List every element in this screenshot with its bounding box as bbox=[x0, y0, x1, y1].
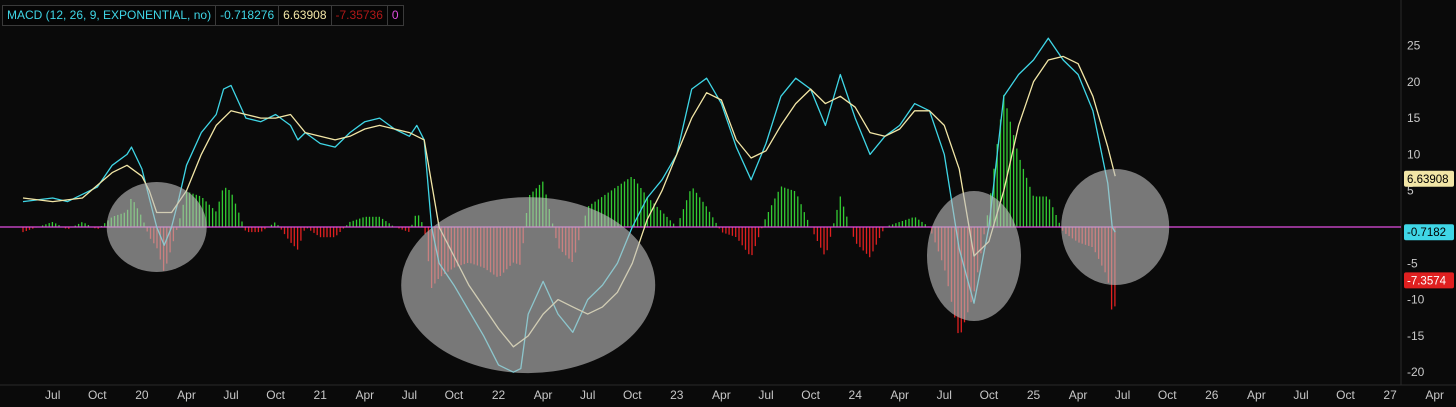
x-tick-label: Apr bbox=[1425, 388, 1444, 402]
x-tick-label: 20 bbox=[135, 388, 149, 402]
highlight-circle bbox=[401, 197, 656, 374]
x-tick-label: 26 bbox=[1205, 388, 1219, 402]
x-tick-label: Jul bbox=[937, 388, 952, 402]
legend-zero: 0 bbox=[391, 8, 399, 22]
x-tick-label: Jul bbox=[223, 388, 238, 402]
y-tick-label: -20 bbox=[1407, 365, 1425, 379]
x-tick-label: Oct bbox=[88, 388, 107, 402]
y-tick-label: 10 bbox=[1407, 147, 1421, 161]
x-tick-label: Apr bbox=[177, 388, 196, 402]
y-tick-label: 15 bbox=[1407, 111, 1421, 125]
x-tick-label: 25 bbox=[1027, 388, 1041, 402]
x-tick-label: Jul bbox=[1293, 388, 1308, 402]
x-tick-label: Apr bbox=[1247, 388, 1266, 402]
x-tick-label: Apr bbox=[890, 388, 909, 402]
last-value-label: -7.3574 bbox=[1407, 275, 1447, 287]
y-tick-label: -10 bbox=[1407, 293, 1425, 307]
x-tick-label: Apr bbox=[534, 388, 553, 402]
x-tick-label: Apr bbox=[1069, 388, 1088, 402]
x-tick-label: Jul bbox=[758, 388, 773, 402]
legend-avg: 6.63908 bbox=[279, 6, 332, 25]
highlight-circle bbox=[106, 182, 207, 272]
x-tick-label: 21 bbox=[314, 388, 328, 402]
x-tick-label: Oct bbox=[266, 388, 285, 402]
x-tick-label: Oct bbox=[980, 388, 999, 402]
legend-diff: -7.35736 bbox=[332, 6, 388, 25]
y-tick-label: -5 bbox=[1407, 256, 1418, 270]
x-tick-label: Jul bbox=[45, 388, 60, 402]
study-name[interactable]: MACD (12, 26, 9, EXPONENTIAL, no) bbox=[3, 6, 217, 25]
x-tick-label: Jul bbox=[1115, 388, 1130, 402]
y-tick-label: 25 bbox=[1407, 39, 1421, 53]
x-tick-label: Jul bbox=[402, 388, 417, 402]
x-tick-label: Oct bbox=[1336, 388, 1355, 402]
x-tick-label: 27 bbox=[1383, 388, 1397, 402]
x-tick-label: Oct bbox=[623, 388, 642, 402]
macd-chart[interactable]: 252015105-5-10-15-20Jul Oct 20 Apr Jul Oct 21 A… bbox=[0, 0, 1456, 407]
macd-panel: 25 20 15 10 5 -5 -10 -15 -20 Jul Oct 20 Apr Jul Oct 21 A… bbox=[0, 0, 1456, 407]
legend-value: -0.718276 bbox=[216, 6, 280, 25]
x-tick-label: Apr bbox=[355, 388, 374, 402]
x-tick-label: 22 bbox=[492, 388, 506, 402]
highlight-circle bbox=[927, 191, 1021, 321]
y-tick-label: 20 bbox=[1407, 75, 1421, 89]
x-tick-label: 24 bbox=[849, 388, 863, 402]
x-tick-label: Apr bbox=[712, 388, 731, 402]
study-legend[interactable]: MACD (12, 26, 9, EXPONENTIAL, no) -0.718… bbox=[2, 5, 404, 26]
x-tick-label: Oct bbox=[445, 388, 464, 402]
y-tick-label: -15 bbox=[1407, 329, 1425, 343]
x-tick-label: Jul bbox=[580, 388, 595, 402]
x-tick-label: Oct bbox=[801, 388, 820, 402]
x-tick-label: 23 bbox=[670, 388, 684, 402]
x-tick-label: Oct bbox=[1158, 388, 1177, 402]
last-value-label: 6.63908 bbox=[1407, 174, 1449, 186]
highlight-circle bbox=[1061, 169, 1170, 285]
last-value-label: -0.7182 bbox=[1407, 227, 1446, 239]
